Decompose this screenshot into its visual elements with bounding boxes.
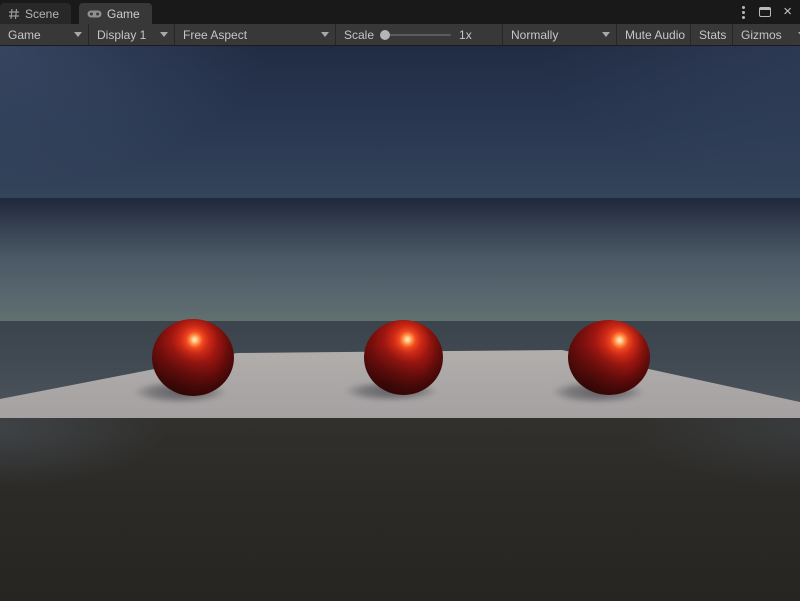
game-view-panel: Scene Game × Game Display 1 — [0, 0, 800, 601]
game-viewport[interactable] — [0, 46, 800, 601]
tab-game-label: Game — [107, 7, 140, 21]
scale-label: Scale — [344, 28, 374, 42]
maximize-icon[interactable] — [759, 7, 771, 17]
game-view-toolbar: Game Display 1 Free Aspect Scale 1x Norm… — [0, 24, 800, 46]
red-sphere-2 — [364, 320, 443, 395]
chevron-down-icon — [602, 32, 610, 37]
display-dropdown[interactable]: Display 1 — [89, 24, 175, 45]
grid-icon — [8, 8, 20, 20]
tab-bar: Scene Game × — [0, 0, 800, 24]
scale-control: Scale 1x — [336, 24, 503, 45]
gizmos-dropdown[interactable]: Gizmos — [733, 24, 800, 45]
chevron-down-icon — [74, 32, 82, 37]
close-icon[interactable]: × — [783, 7, 792, 17]
scale-slider[interactable] — [381, 34, 451, 36]
red-sphere-1 — [152, 319, 234, 396]
chevron-down-icon — [321, 32, 329, 37]
mute-audio-button[interactable]: Mute Audio — [617, 24, 691, 45]
play-focus-dropdown[interactable]: Normally — [503, 24, 617, 45]
tab-scene-label: Scene — [25, 7, 59, 21]
window-controls: × — [740, 0, 800, 24]
stats-button[interactable]: Stats — [691, 24, 733, 45]
chevron-down-icon — [160, 32, 168, 37]
panel-menu-icon[interactable] — [740, 3, 747, 22]
aspect-ratio-dropdown[interactable]: Free Aspect — [175, 24, 336, 45]
scale-value: 1x — [459, 28, 472, 42]
red-sphere-3 — [568, 320, 650, 395]
game-mode-dropdown[interactable]: Game — [0, 24, 89, 45]
tab-game[interactable]: Game — [79, 3, 152, 24]
tab-scene[interactable]: Scene — [0, 3, 71, 24]
gamepad-icon — [87, 9, 102, 19]
sphere-layer — [0, 46, 800, 601]
scale-slider-knob[interactable] — [380, 30, 390, 40]
